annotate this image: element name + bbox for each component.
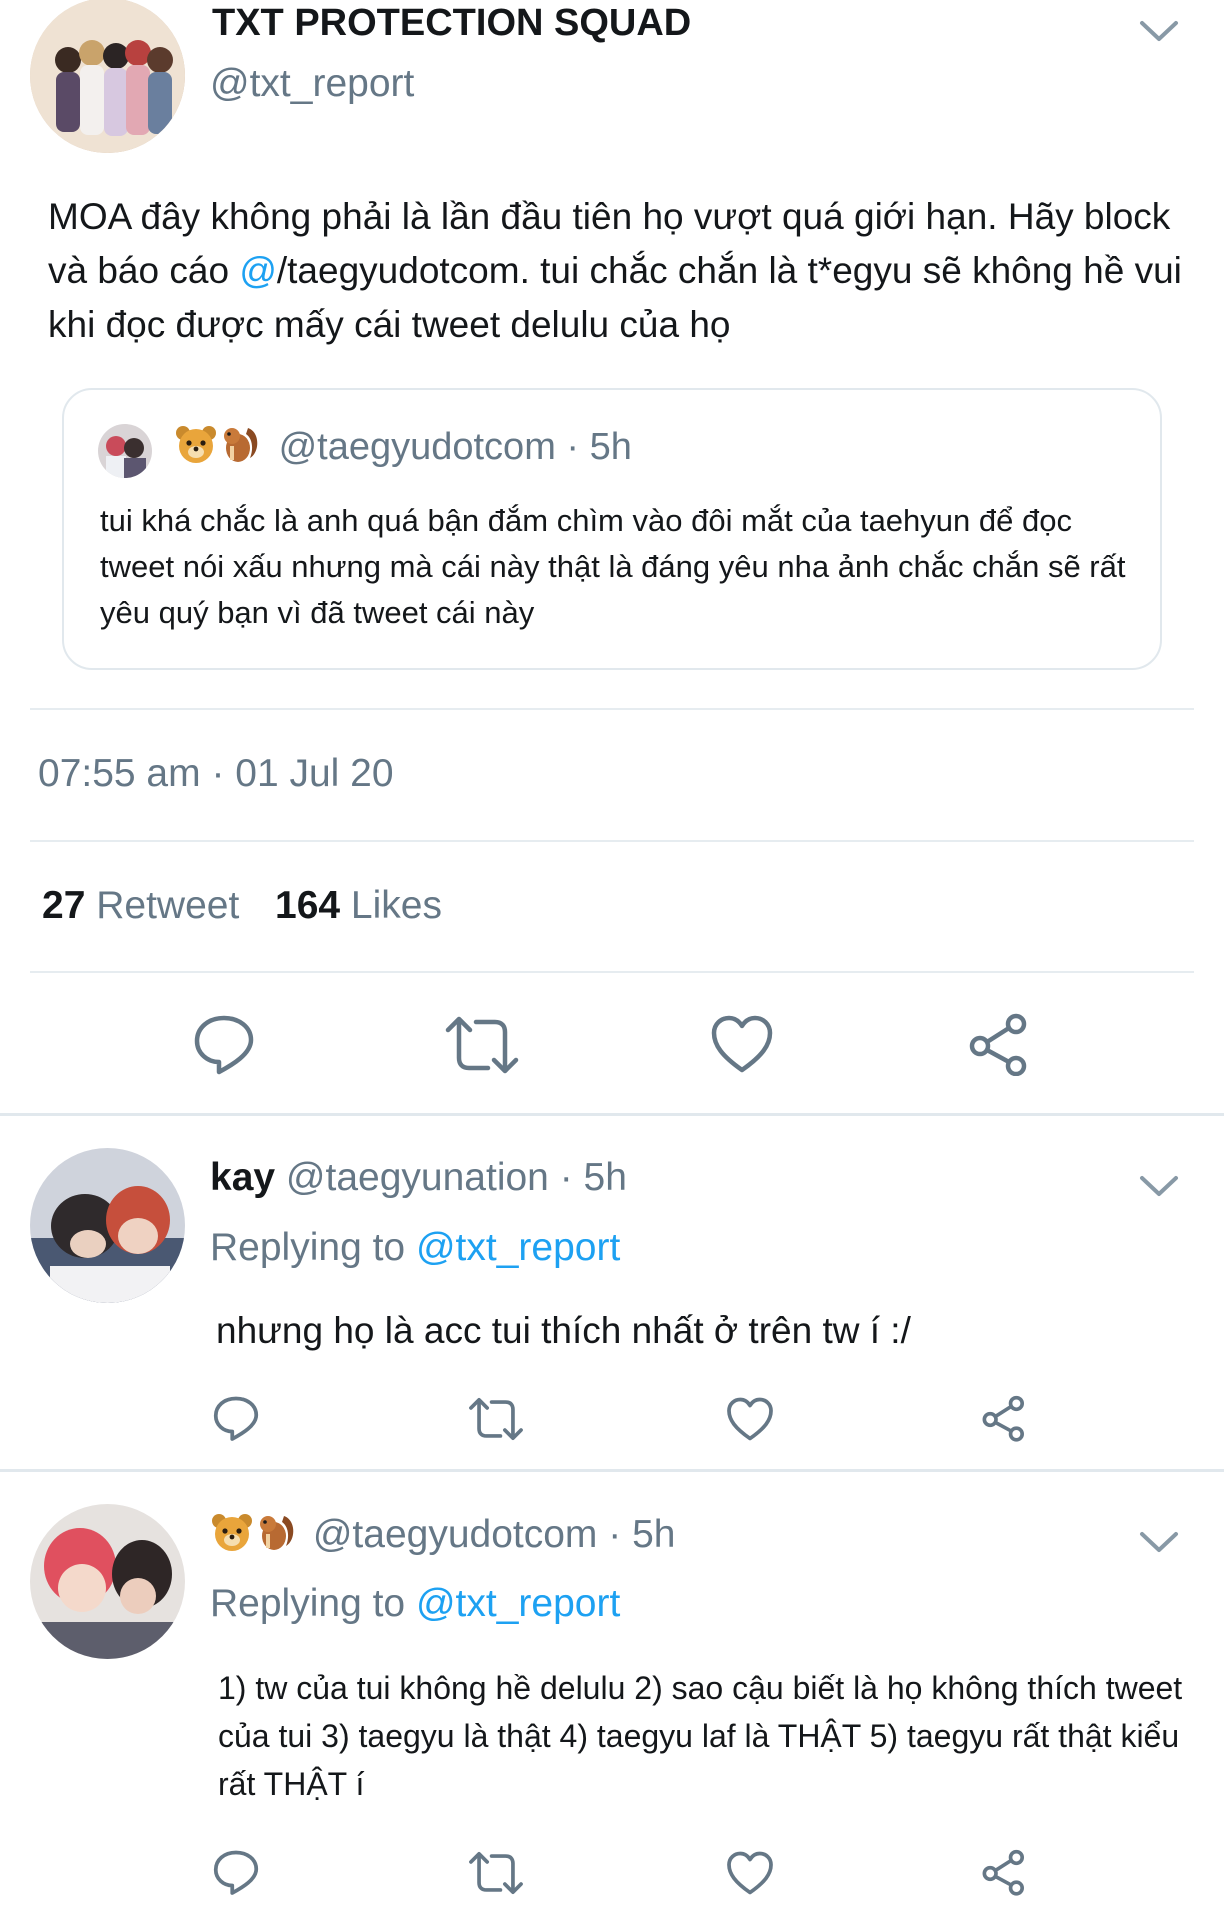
tweet-timestamp: 07:55 am · 01 Jul 20 bbox=[38, 752, 394, 795]
reply-icon bbox=[213, 1850, 259, 1895]
share-button[interactable] bbox=[980, 1848, 1028, 1896]
reply-button[interactable] bbox=[212, 1394, 260, 1442]
heart-icon bbox=[711, 1015, 773, 1073]
retweet-button[interactable] bbox=[468, 1850, 524, 1896]
bear-emoji bbox=[210, 1512, 254, 1562]
share-button[interactable] bbox=[966, 1012, 1032, 1076]
like-button[interactable] bbox=[726, 1850, 774, 1896]
replying-to-handle[interactable]: @txt_report bbox=[416, 1226, 620, 1269]
reply-text: 1) tw của tui không hề delulu 2) sao cậu… bbox=[218, 1670, 1183, 1802]
reply-text: nhưng họ là acc tui thích nhất ở trên tw… bbox=[216, 1310, 911, 1351]
retweet-icon bbox=[469, 1852, 523, 1894]
share-button[interactable] bbox=[980, 1394, 1028, 1442]
like-label[interactable]: Likes bbox=[351, 884, 442, 927]
retweet-icon bbox=[445, 1016, 519, 1074]
divider bbox=[30, 708, 1194, 710]
reply-button[interactable] bbox=[192, 1012, 256, 1076]
quoted-tweet-card[interactable]: @taegyudotcom · 5h tui khá chắc là anh q… bbox=[62, 388, 1162, 670]
quoted-handle-time: @taegyudotcom · 5h bbox=[278, 426, 632, 469]
divider bbox=[30, 971, 1194, 973]
chipmunk-emoji bbox=[218, 422, 262, 476]
retweet-label[interactable]: Retweet bbox=[96, 884, 239, 927]
like-count[interactable]: 164 bbox=[275, 884, 340, 927]
chevron-down-icon[interactable] bbox=[1138, 1528, 1180, 1556]
like-button[interactable] bbox=[710, 1014, 774, 1074]
reply-icon bbox=[213, 1396, 259, 1441]
share-icon bbox=[982, 1849, 1024, 1896]
retweet-icon bbox=[469, 1398, 523, 1440]
handle[interactable]: @txt_report bbox=[210, 62, 414, 106]
heart-icon bbox=[727, 1851, 773, 1895]
reply-handle-time[interactable]: @taegyudotcom · 5h bbox=[313, 1513, 676, 1556]
display-name[interactable]: TXT PROTECTION SQUAD bbox=[212, 2, 691, 45]
quoted-tweet-text: tui khá chắc là anh quá bận đắm chìm vào… bbox=[100, 503, 1126, 630]
share-icon bbox=[982, 1395, 1024, 1442]
replying-to-label: Replying to bbox=[210, 1226, 416, 1269]
retweet-button[interactable] bbox=[444, 1014, 520, 1076]
share-icon bbox=[969, 1013, 1027, 1076]
reply-display-name[interactable]: kay bbox=[210, 1156, 275, 1199]
like-button[interactable] bbox=[726, 1396, 774, 1442]
reply-button[interactable] bbox=[212, 1848, 260, 1896]
mention-at[interactable]: @ bbox=[239, 250, 277, 291]
tweet-text: MOA đây không phải là lần đầu tiên họ vư… bbox=[48, 190, 1188, 352]
reply-handle-time[interactable]: @taegyunation · 5h bbox=[286, 1156, 627, 1199]
retweet-count[interactable]: 27 bbox=[42, 884, 85, 927]
engagement-stats: 27 Retweet 164 Likes bbox=[42, 884, 442, 928]
chevron-down-icon[interactable] bbox=[1138, 1172, 1180, 1200]
quoted-avatar bbox=[98, 424, 152, 478]
chevron-down-icon[interactable] bbox=[1138, 17, 1180, 45]
main-avatar[interactable] bbox=[30, 0, 185, 153]
replying-to-label: Replying to bbox=[210, 1582, 416, 1625]
reply-avatar[interactable] bbox=[30, 1504, 185, 1659]
reply-avatar[interactable] bbox=[30, 1148, 185, 1303]
replying-to-handle[interactable]: @txt_report bbox=[416, 1582, 620, 1625]
divider bbox=[30, 840, 1194, 842]
bear-emoji bbox=[174, 424, 218, 474]
chipmunk-emoji bbox=[254, 1510, 298, 1564]
retweet-button[interactable] bbox=[468, 1396, 524, 1442]
section-divider bbox=[0, 1113, 1224, 1116]
heart-icon bbox=[727, 1397, 773, 1441]
section-divider bbox=[0, 1469, 1224, 1472]
reply-icon bbox=[194, 1015, 254, 1075]
